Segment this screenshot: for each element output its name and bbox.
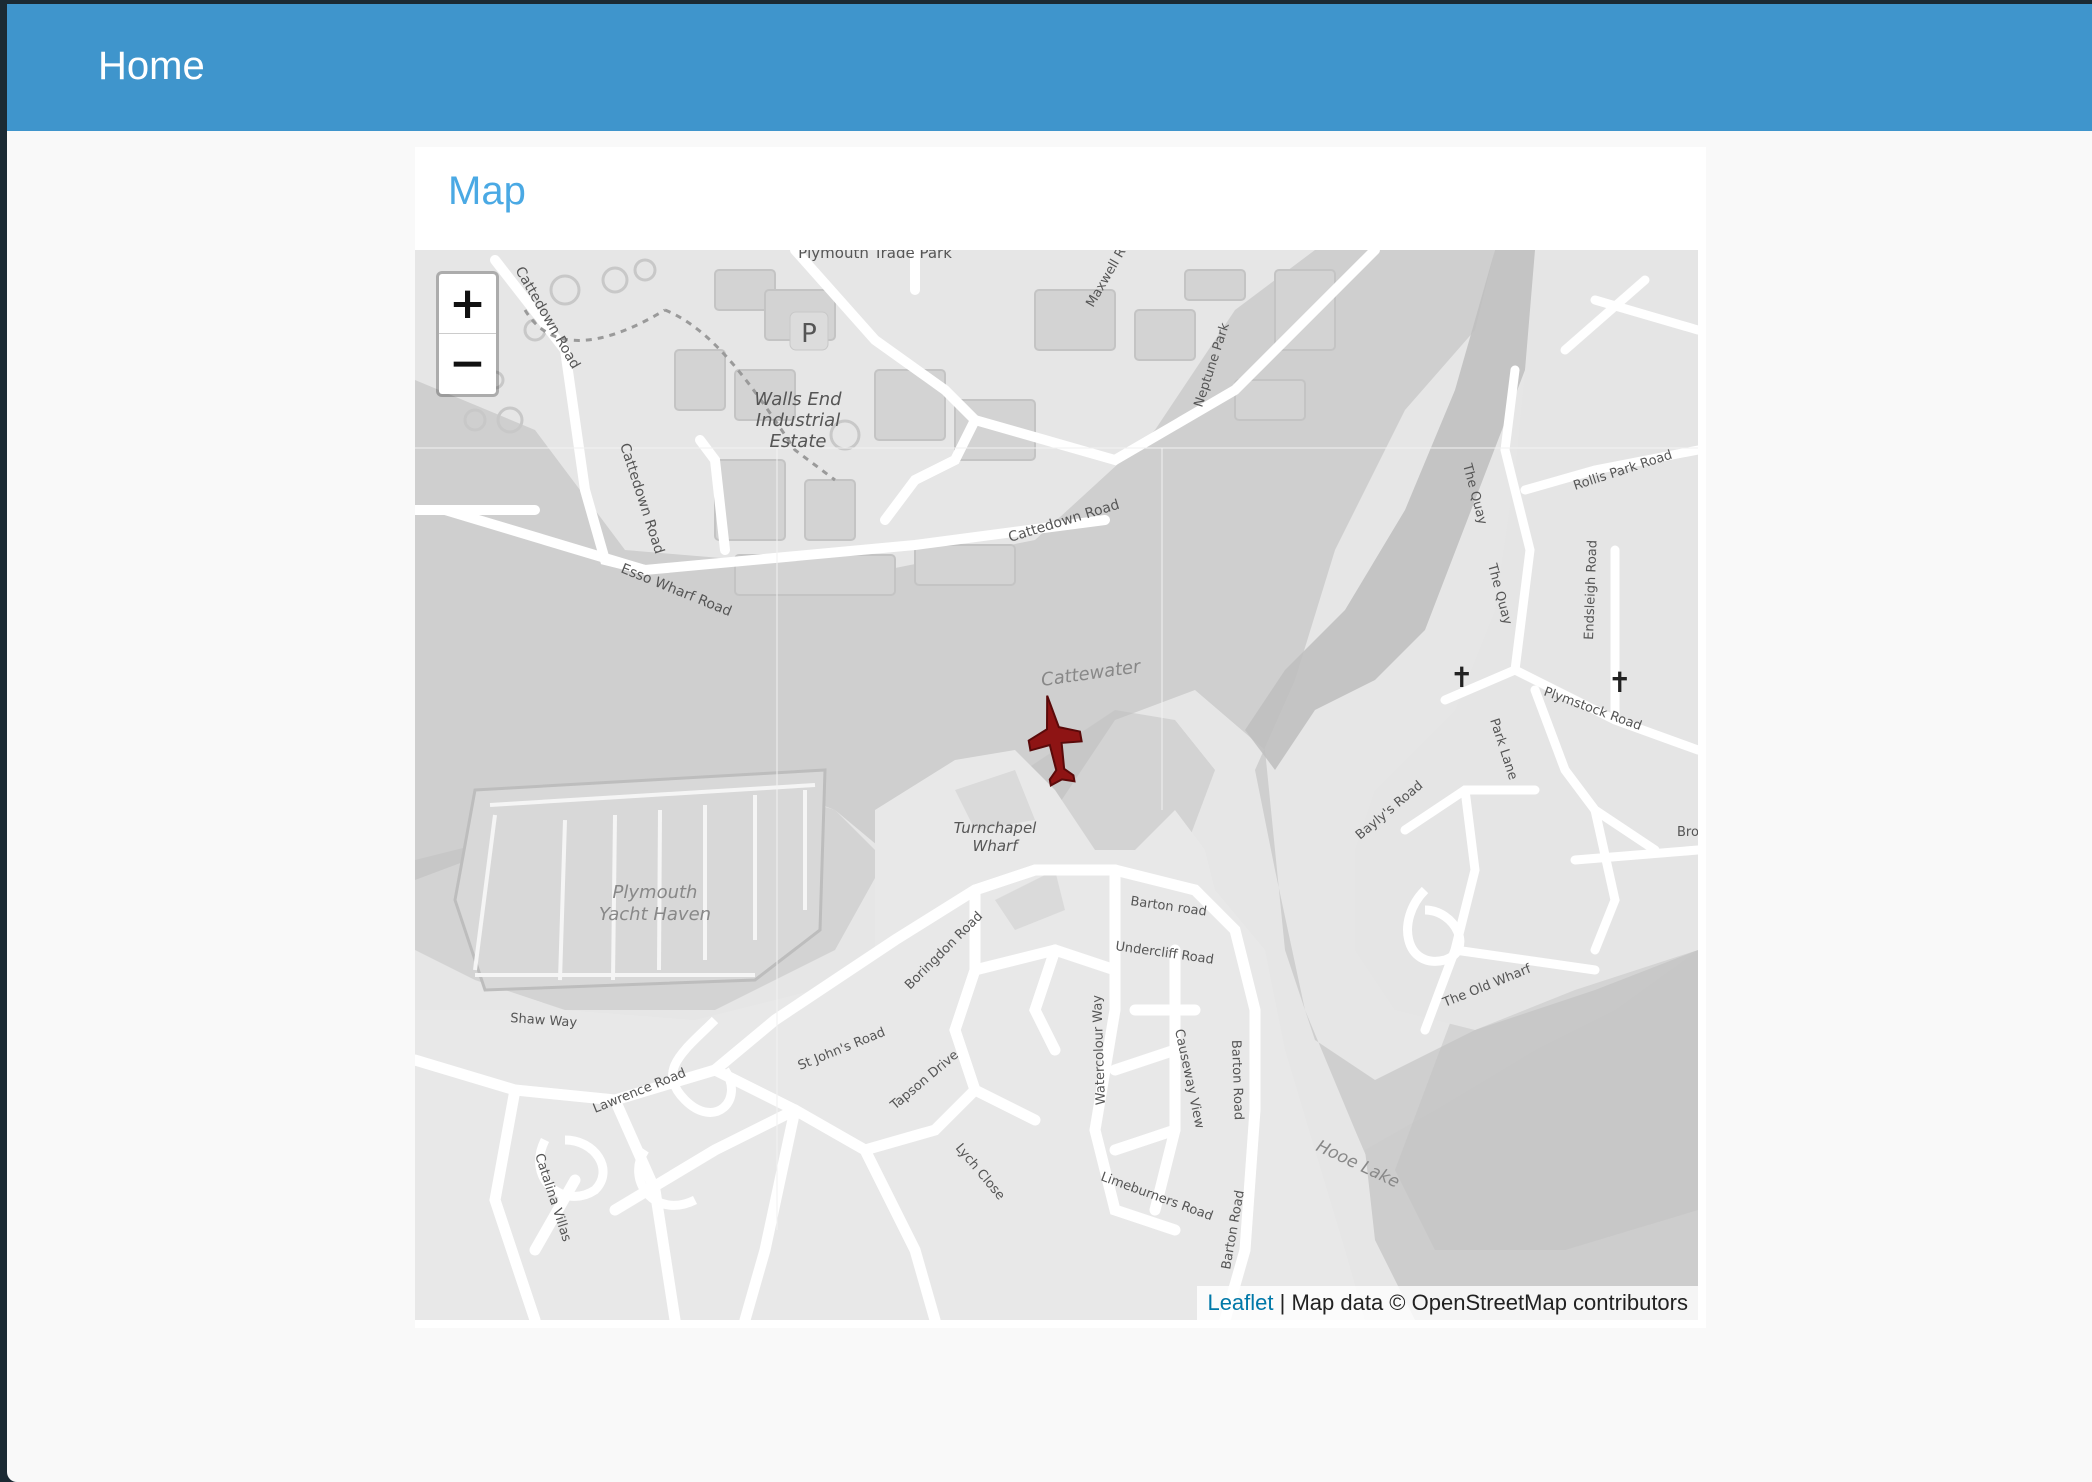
leaflet-map[interactable]: P ✝ ✝ Plymouth Trade Park Walls End Indu… — [415, 250, 1698, 1320]
map-label: Plymouth Trade Park — [798, 250, 952, 262]
map-attribution: Leaflet | Map data © OpenStreetMap contr… — [1197, 1286, 1698, 1320]
zoom-in-button[interactable]: + — [439, 274, 496, 334]
map-label: Industrial — [756, 410, 840, 431]
zoom-control: + − — [436, 271, 499, 397]
leaflet-link[interactable]: Leaflet — [1207, 1290, 1273, 1315]
zoom-out-button[interactable]: − — [439, 334, 496, 394]
attribution-separator: | — [1273, 1290, 1292, 1315]
attribution-text: Map data © OpenStreetMap contributors — [1291, 1290, 1688, 1315]
map-label: Wharf — [973, 837, 1021, 855]
top-navbar: Home — [7, 4, 2092, 131]
church-icon: ✝ — [1450, 662, 1473, 693]
map-tiles[interactable]: P ✝ ✝ Plymouth Trade Park Walls End Indu… — [415, 250, 1698, 1320]
map-label: Barton Road — [1228, 1040, 1246, 1121]
map-label: Walls End — [754, 389, 842, 410]
home-link[interactable]: Home — [98, 44, 205, 89]
map-label: Estate — [770, 431, 827, 452]
map-label: Yacht Haven — [599, 904, 711, 925]
map-label: Plymouth — [613, 882, 698, 903]
map-label: P — [801, 319, 817, 349]
page-title: Map — [448, 169, 526, 213]
church-icon: ✝ — [1608, 667, 1631, 698]
map-label: Turnchapel — [954, 819, 1038, 837]
map-label: Bro — [1677, 825, 1698, 840]
